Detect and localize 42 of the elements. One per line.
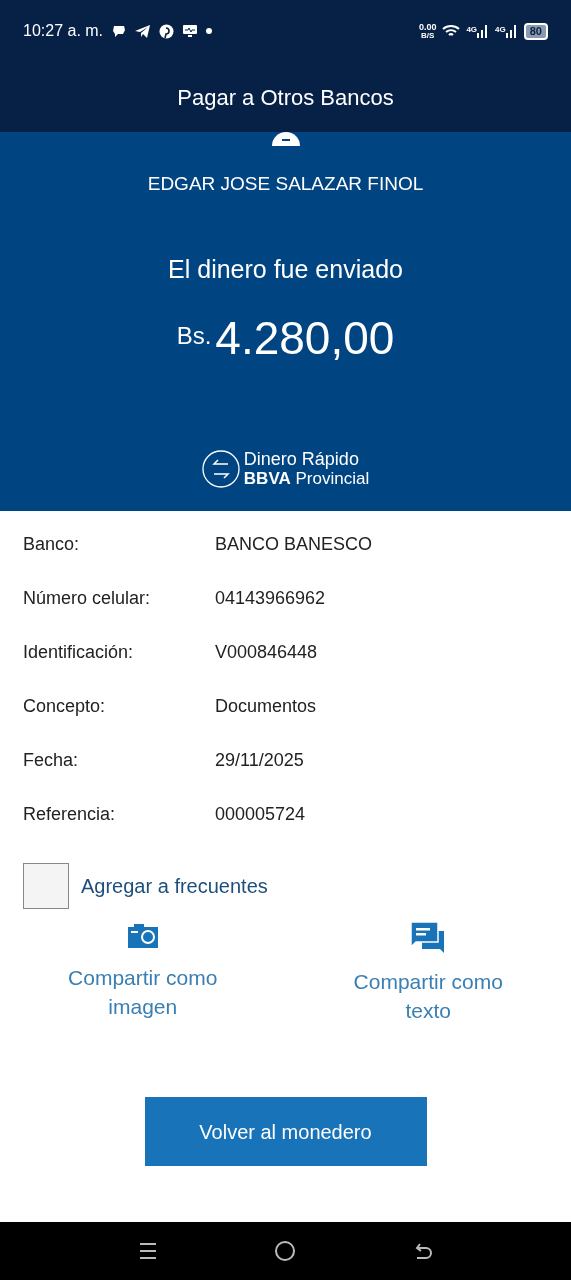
status-time: 10:27 a. m. xyxy=(23,21,104,41)
detail-value: BANCO BANESCO xyxy=(215,532,373,556)
detail-value: V000846448 xyxy=(215,640,318,664)
signal-icon xyxy=(477,24,490,38)
detail-value: 04143966962 xyxy=(215,586,326,610)
paper-plane-icon xyxy=(135,24,151,38)
brand-subname: BBVA Provincial xyxy=(243,469,370,488)
signal-icon xyxy=(505,24,518,38)
detail-label: Número celular: xyxy=(23,586,152,610)
network-type: 4G xyxy=(466,24,478,36)
camera-icon xyxy=(125,921,160,949)
transfer-arrows-icon xyxy=(201,450,240,488)
network-type: 4G xyxy=(495,24,506,36)
detail-label: Fecha: xyxy=(23,748,80,772)
wifi-icon xyxy=(442,24,461,38)
screen-title: Pagar a Otros Bancos xyxy=(177,83,394,112)
detail-label: Banco: xyxy=(23,532,81,556)
detail-label: Concepto: xyxy=(23,694,107,718)
share-button[interactable]: Compartir como texto xyxy=(285,921,571,1025)
back-to-wallet-button[interactable]: Volver al monedero xyxy=(144,1097,427,1166)
pin-circle-icon xyxy=(159,23,175,39)
detail-label: Identificación: xyxy=(23,640,135,664)
amount: 4.280,00 xyxy=(215,312,395,364)
favorite-checkbox[interactable] xyxy=(23,863,69,909)
net-speed-unit: B/S xyxy=(420,31,435,40)
share-button[interactable]: Compartir como imagen xyxy=(0,921,286,1025)
menu-icon[interactable] xyxy=(138,1241,159,1261)
net-speed: 0.00 xyxy=(418,22,437,32)
recipient-name: EDGAR JOSE SALAZAR FINOL xyxy=(147,172,424,196)
favorite-label: Agregar a frecuentes xyxy=(81,874,268,899)
status-message: El dinero fue enviado xyxy=(168,253,403,285)
currency: Bs. xyxy=(176,321,212,351)
battery-icon: 80 xyxy=(523,22,548,40)
chat-icon xyxy=(410,921,447,953)
detail-value: Documentos xyxy=(215,694,317,718)
brand-name: Dinero Rápido xyxy=(243,450,360,469)
detail-value: 29/11/2025 xyxy=(215,748,304,772)
chat-bubble-icon xyxy=(112,24,127,38)
detail-value: 000005724 xyxy=(215,802,306,826)
home-icon[interactable] xyxy=(274,1240,297,1262)
detail-label: Referencia: xyxy=(23,802,117,826)
monitor-icon xyxy=(183,25,198,37)
